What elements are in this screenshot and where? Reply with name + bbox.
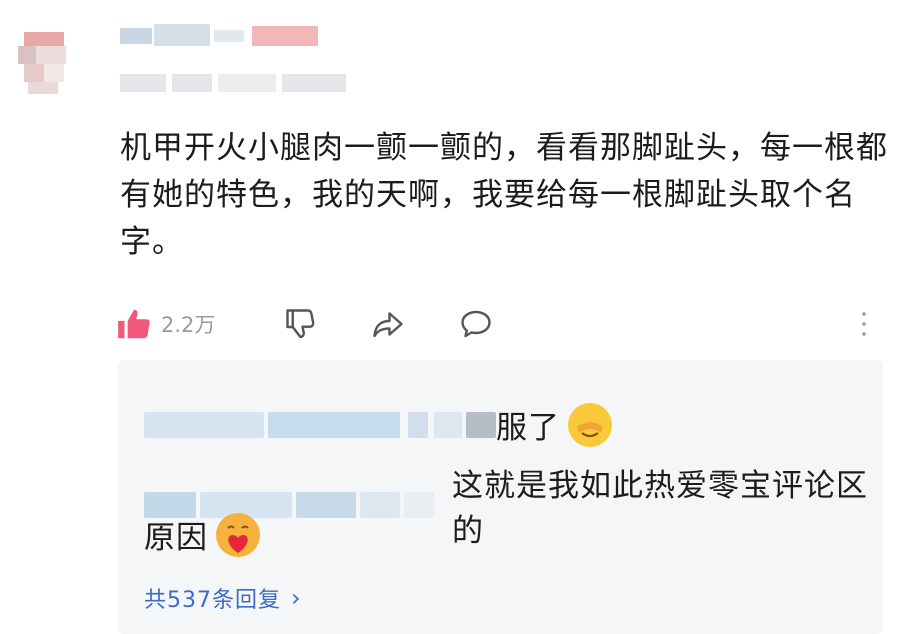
- avatar[interactable]: [18, 18, 70, 100]
- view-all-replies-link[interactable]: 共537条回复 ›: [144, 582, 302, 614]
- comment-text: 机甲开火小腿肉一颤一颤的，看看那脚趾头，每一根都有她的特色，我的天啊，我要给每一…: [120, 130, 888, 260]
- share-arrow-icon: [369, 306, 407, 342]
- like-count: 2.2万: [161, 313, 216, 337]
- reply-item-continued: 原因: [144, 512, 260, 557]
- share-button[interactable]: [369, 302, 407, 346]
- reply-text: 这就是我如此热爱零宝评论区的: [452, 468, 868, 549]
- dislike-button[interactable]: [283, 302, 319, 346]
- thumbs-down-icon: [283, 306, 319, 342]
- face-with-hand-over-eyes-icon: [568, 402, 612, 447]
- vertical-dots-icon: [859, 309, 869, 339]
- user-meta: [120, 70, 355, 96]
- reply-item[interactable]: 服了: [144, 402, 612, 447]
- reply-text: 服了: [496, 410, 560, 446]
- like-button[interactable]: 2.2万: [115, 302, 215, 346]
- reply-text-line2: 原因: [144, 520, 208, 556]
- comment-bubble-icon: [457, 306, 495, 342]
- reply-count-label: 共537条回复: [144, 588, 281, 613]
- thumbs-up-icon: [115, 305, 153, 343]
- chevron-right-icon: ›: [291, 584, 302, 612]
- more-options-button[interactable]: [859, 302, 869, 346]
- username[interactable]: [120, 20, 330, 50]
- face-holding-heart-icon: [216, 512, 260, 557]
- replies-panel: 服了 这就是我如此热爱零宝评论区的 原因 共537条回复 ›: [118, 360, 883, 634]
- reply-button[interactable]: [457, 302, 495, 346]
- reply-username[interactable]: [144, 411, 496, 438]
- comment-actions: 2.2万: [115, 302, 905, 346]
